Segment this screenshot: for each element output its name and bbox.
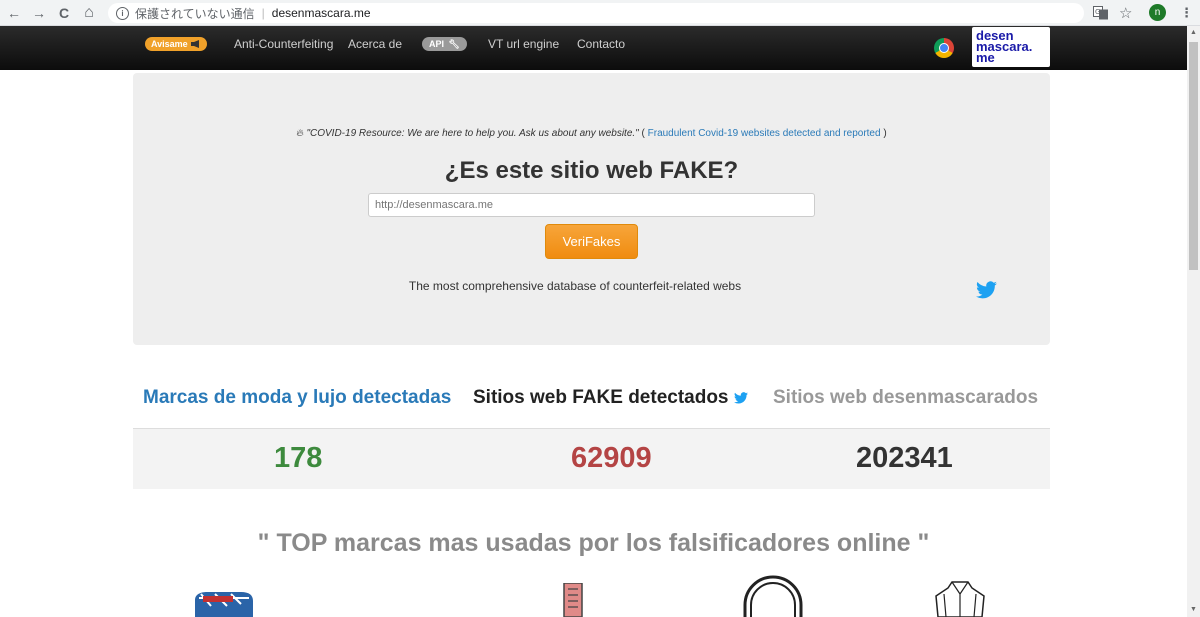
- wrench-icon: 🔧︎: [448, 39, 460, 49]
- stat-fake-sites-text: Sitios web FAKE detectados: [473, 387, 729, 408]
- bookmark-star-icon[interactable]: ☆: [1119, 3, 1132, 23]
- reload-button[interactable]: C: [54, 3, 74, 23]
- megaphone-icon: [190, 40, 199, 48]
- svg-text:G: G: [1095, 8, 1100, 16]
- hero-panel: 🔥︎ "COVID-19 Resource: We are here to he…: [133, 73, 1050, 345]
- covid-paren-open: (: [641, 128, 645, 139]
- stat-unmasked-label: Sitios web desenmascarados: [773, 387, 1039, 408]
- stat-brands-value: 178: [274, 442, 323, 474]
- covid-notice: 🔥︎ "COVID-19 Resource: We are here to he…: [133, 128, 1050, 139]
- stat-unmasked-value: 202341: [856, 442, 953, 474]
- headphones-icon: [743, 575, 803, 617]
- covid-websites-link[interactable]: Fraudulent Covid-19 websites detected an…: [648, 128, 881, 139]
- nav-vt-url-engine[interactable]: VT url engine: [488, 37, 559, 51]
- home-button[interactable]: ⌂: [79, 3, 99, 23]
- hero-title: ¿Es este sitio web FAKE?: [444, 157, 739, 184]
- url-text: desenmascara.me: [271, 6, 371, 20]
- forward-button[interactable]: →: [29, 3, 49, 23]
- nav-anti-counterfeiting[interactable]: Anti-Counterfeiting: [234, 37, 333, 51]
- avisame-label: Avisame: [151, 39, 188, 49]
- address-separator: |: [261, 6, 265, 20]
- info-icon[interactable]: i: [116, 6, 129, 20]
- twitter-small-icon[interactable]: [733, 392, 748, 404]
- back-button[interactable]: ←: [4, 3, 24, 23]
- translate-icon[interactable]: G: [1093, 3, 1109, 23]
- sneaker-icon: [195, 592, 253, 617]
- verifakes-button[interactable]: VeriFakes: [545, 224, 638, 259]
- scrollbar-thumb[interactable]: [1189, 42, 1198, 270]
- chrome-extension-icon[interactable]: [934, 38, 954, 58]
- stat-brands-label: Marcas de moda y lujo detectadas: [143, 387, 452, 408]
- address-bar[interactable]: i 保護されていない通信 | desenmascara.me: [108, 3, 1084, 23]
- stat-fake-sites-value: 62909: [571, 442, 652, 474]
- logo-line-3: me: [976, 50, 995, 65]
- nav-acerca-de[interactable]: Acerca de: [348, 37, 402, 51]
- page-scrollbar[interactable]: ▲ ▼: [1187, 26, 1200, 617]
- top-brands-title: " TOP marcas mas usadas por los falsific…: [257, 529, 930, 557]
- browser-toolbar: ← → C ⌂ i 保護されていない通信 | desenmascara.me G…: [0, 0, 1200, 26]
- stat-fake-sites-label: Sitios web FAKE detectados: [473, 387, 748, 409]
- nav-api[interactable]: API 🔧︎: [422, 37, 467, 51]
- profile-avatar[interactable]: n: [1149, 4, 1166, 21]
- hero-tagline: The most comprehensive database of count…: [408, 279, 742, 293]
- chrome-menu-icon[interactable]: ⋮: [1180, 3, 1193, 23]
- covid-paren-close: ): [883, 128, 887, 139]
- twitter-icon[interactable]: [976, 281, 997, 299]
- scroll-up-icon[interactable]: ▲: [1190, 29, 1197, 36]
- url-input[interactable]: [368, 193, 815, 217]
- avisame-button[interactable]: Avisame: [145, 37, 207, 51]
- nav-contacto[interactable]: Contacto: [577, 37, 625, 51]
- scroll-down-icon[interactable]: ▼: [1190, 606, 1197, 613]
- api-label: API: [429, 39, 445, 49]
- jacket-icon: [935, 581, 985, 617]
- covid-quote: "COVID-19 Resource: We are here to help …: [306, 128, 639, 139]
- boot-icon: [563, 583, 583, 617]
- site-logo[interactable]: desen mascara. me: [972, 27, 1050, 67]
- security-status: 保護されていない通信: [135, 6, 255, 21]
- fire-icon: 🔥︎: [296, 128, 304, 139]
